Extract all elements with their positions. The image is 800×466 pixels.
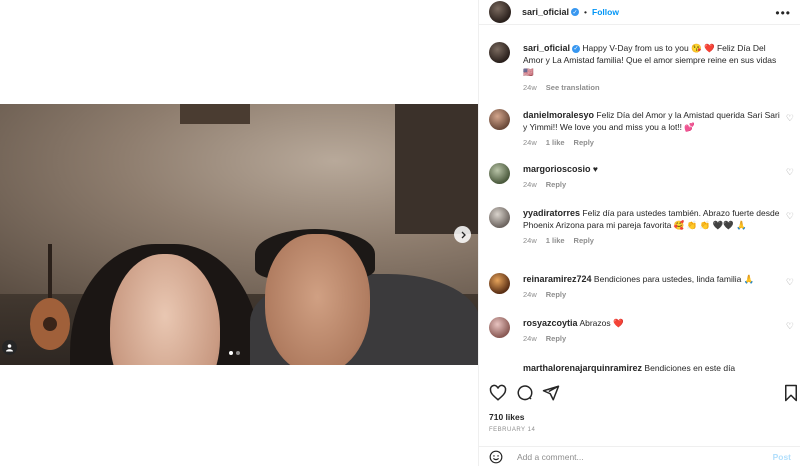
photo-shelf-top: [180, 104, 250, 124]
comment-username[interactable]: danielmoralesyo: [523, 110, 594, 120]
caption-username[interactable]: sari_oficial: [523, 43, 570, 53]
heart-icon[interactable]: [489, 384, 507, 402]
action-bar: [479, 381, 800, 407]
photo-guitar: [30, 244, 70, 350]
comment-username[interactable]: marthalorenajarquinramirez: [523, 363, 642, 373]
post-photo[interactable]: [0, 104, 478, 365]
comment-username[interactable]: reinaramirez724: [523, 274, 592, 284]
heart-icon[interactable]: ♡: [786, 167, 794, 178]
reply-button[interactable]: Reply: [546, 289, 566, 301]
avatar[interactable]: [489, 317, 510, 338]
post-comment-button[interactable]: Post: [773, 452, 791, 462]
reply-button[interactable]: Reply: [574, 137, 594, 149]
tag-user-icon: [6, 344, 13, 352]
verified-icon: ✓: [572, 44, 581, 53]
comment-time[interactable]: 24w: [523, 289, 537, 301]
author-username[interactable]: sari_oficial: [522, 7, 569, 17]
post-panel: sari_oficial ✓ • Follow ••• sari_oficial…: [478, 0, 800, 466]
carousel-dot: [236, 351, 240, 355]
avatar[interactable]: [489, 1, 511, 23]
carousel-indicator: [229, 351, 240, 355]
comment-likes[interactable]: 1 like: [546, 137, 565, 149]
add-comment-bar: Add a comment... Post: [479, 446, 800, 466]
comment-text: Bendiciones para ustedes, linda familia …: [593, 274, 755, 284]
bookmark-icon[interactable]: [782, 384, 800, 402]
heart-icon[interactable]: ♡: [786, 321, 794, 332]
reply-button[interactable]: Reply: [546, 179, 566, 191]
share-icon[interactable]: [542, 384, 560, 402]
avatar[interactable]: [489, 109, 510, 130]
emoji-icon[interactable]: [489, 450, 503, 464]
comment-time[interactable]: 24w: [523, 333, 537, 345]
avatar[interactable]: [489, 163, 510, 184]
comment-text: Abrazos ❤️: [579, 318, 624, 328]
caption-time[interactable]: 24w: [523, 82, 537, 94]
post-media: [0, 0, 478, 466]
follow-button[interactable]: Follow: [592, 7, 619, 17]
photo-shelf: [395, 104, 478, 234]
heart-icon[interactable]: ♡: [786, 113, 794, 124]
comment-time[interactable]: 24w: [523, 235, 537, 247]
carousel-dot: [229, 351, 233, 355]
post-viewer: sari_oficial ✓ • Follow ••• sari_oficial…: [0, 0, 800, 466]
avatar[interactable]: [489, 42, 510, 63]
comment-text: ♥: [592, 164, 598, 174]
photo-person-right-face: [265, 234, 370, 365]
comment-icon[interactable]: [516, 384, 534, 402]
more-options-icon[interactable]: •••: [775, 6, 791, 20]
comment-list[interactable]: sari_oficial ✓ Happy V-Day from us to you…: [479, 25, 800, 375]
comment-likes[interactable]: 1 like: [546, 235, 565, 247]
avatar[interactable]: [489, 207, 510, 228]
comment-time[interactable]: 24w: [523, 137, 537, 149]
separator-dot: •: [584, 7, 588, 17]
comment-time[interactable]: 24w: [523, 179, 537, 191]
reply-button[interactable]: Reply: [574, 235, 594, 247]
likes-count[interactable]: 710 likes: [489, 412, 524, 422]
avatar[interactable]: [489, 273, 510, 294]
see-translation-button[interactable]: See translation: [546, 82, 600, 94]
tag-user-button[interactable]: [2, 340, 17, 355]
heart-icon[interactable]: ♡: [786, 211, 794, 222]
comment-username[interactable]: rosyazcoytia: [523, 318, 578, 328]
verified-icon: ✓: [571, 8, 580, 16]
comment-username[interactable]: margorioscosio: [523, 164, 591, 174]
reply-button[interactable]: Reply: [546, 333, 566, 345]
comment-username[interactable]: yyadiratorres: [523, 208, 580, 218]
heart-icon[interactable]: ♡: [786, 277, 794, 288]
next-photo-button[interactable]: [454, 226, 471, 243]
post-date[interactable]: FEBRUARY 14: [489, 427, 535, 433]
comment-text: Bendiciones en este día: [644, 363, 736, 373]
post-header: sari_oficial ✓ • Follow •••: [479, 0, 800, 25]
chevron-right-icon: [461, 231, 466, 238]
comment-input[interactable]: Add a comment...: [517, 452, 584, 462]
